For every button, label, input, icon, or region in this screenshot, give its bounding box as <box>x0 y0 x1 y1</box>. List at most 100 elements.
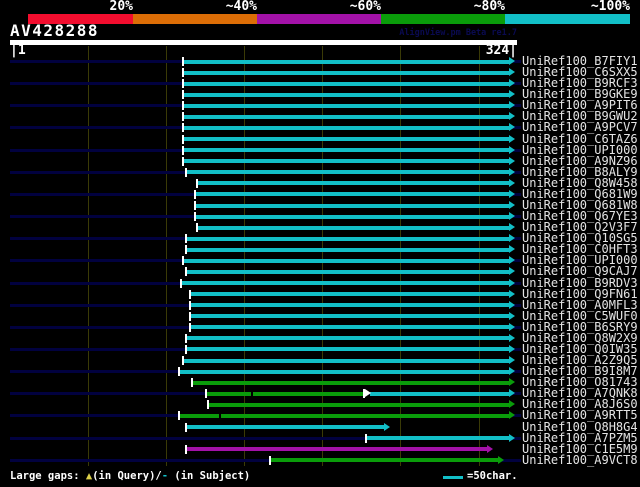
scale-label-20%: 20% <box>109 0 133 14</box>
alignment-bar <box>183 137 509 141</box>
query-bar <box>10 40 517 45</box>
subject-gap-tick <box>251 391 254 396</box>
scale-label-~60%: ~60% <box>349 0 381 14</box>
bar-start-tick <box>189 289 192 299</box>
bar-arrowhead-icon <box>509 223 515 232</box>
subject-gap-tick <box>218 413 221 418</box>
hit-label[interactable]: UniRef100_A9VCT8 <box>522 454 638 466</box>
alignment-bar <box>182 281 509 285</box>
ruler-start-label: |1 <box>10 43 26 58</box>
scale-label-~80%: ~80% <box>473 0 505 14</box>
alignment-bar <box>183 258 509 263</box>
legend-footer: Large gaps: ▲(in Query)/- (in Subject) =… <box>0 469 640 485</box>
bar-start-tick <box>181 134 184 144</box>
bar-start-tick <box>269 455 272 465</box>
bar-arrowhead-icon <box>509 322 515 331</box>
bar-arrowhead-icon <box>509 311 515 320</box>
query-title: AV428288 <box>10 21 100 40</box>
legend-query-text: (in Query)/ <box>92 470 162 482</box>
watermark-text: AlignView.pm Beta re1.7 <box>399 28 517 38</box>
alignment-bar <box>186 336 509 341</box>
bar-arrowhead-icon <box>498 455 505 464</box>
alignment-bar <box>191 314 509 319</box>
bar-start-tick <box>181 57 184 66</box>
bar-arrowhead-icon <box>509 378 515 387</box>
bar-arrowhead-icon <box>509 333 515 342</box>
bar-start-tick <box>181 123 184 133</box>
bar-start-tick <box>184 234 187 244</box>
bar-start-tick <box>181 256 184 266</box>
bar-arrowhead-icon <box>509 101 515 110</box>
alignment-bar <box>271 458 499 463</box>
bar-arrowhead-icon <box>509 212 515 220</box>
alignment-bar <box>197 181 509 186</box>
bar-start-tick <box>184 333 187 343</box>
alignment-bar <box>186 269 509 274</box>
bar-start-tick <box>181 90 184 100</box>
bar-arrowhead-icon <box>509 57 515 65</box>
bar-arrowhead-icon <box>509 267 515 276</box>
bar-arrowhead-icon <box>509 112 515 121</box>
alignment-bar <box>186 236 509 241</box>
bar-start-tick <box>181 156 184 166</box>
scale-segment-~100% <box>505 14 630 24</box>
bar-arrowhead-icon <box>509 356 515 364</box>
alignment-bar <box>366 436 509 440</box>
segment-break-marker-icon <box>365 389 372 398</box>
bar-arrowhead-icon <box>509 189 515 198</box>
alignment-bar <box>183 59 509 64</box>
bar-start-tick <box>194 189 197 199</box>
alignment-bar <box>186 425 384 429</box>
bar-arrowhead-icon <box>509 79 515 88</box>
bar-start-tick <box>180 278 182 288</box>
bar-arrowhead-icon <box>509 234 515 243</box>
alignment-bar <box>186 347 509 352</box>
bar-start-tick <box>364 433 367 443</box>
bar-start-tick <box>184 267 187 277</box>
legend-subject-text: (in Subject) <box>168 470 251 482</box>
bar-start-tick <box>189 300 192 310</box>
bar-arrowhead-icon <box>509 389 515 398</box>
fifty-char-swatch <box>443 476 463 479</box>
bar-start-tick <box>181 79 184 89</box>
alignment-bar <box>208 402 509 407</box>
alignment-plot: UniRef100_B7FIY1 UniRef100_C6SXX5 UniRef10… <box>0 46 640 466</box>
alignment-bar <box>183 70 509 75</box>
bar-arrowhead-icon <box>509 433 515 442</box>
alignment-row: UniRef100_A9VCT8 <box>0 454 640 466</box>
bar-start-tick <box>178 367 181 377</box>
bar-start-tick <box>181 356 184 365</box>
bar-start-tick <box>181 68 184 78</box>
bar-start-tick <box>194 212 197 221</box>
bar-arrowhead-icon <box>509 167 515 176</box>
large-gaps-legend: Large gaps: ▲(in Query)/- (in Subject) <box>10 469 250 483</box>
alignment-bar <box>191 292 509 297</box>
bar-arrowhead-icon <box>487 444 494 453</box>
alignment-bar <box>186 170 509 175</box>
bar-arrowhead-icon <box>509 68 515 77</box>
bar-arrowhead-icon <box>509 278 515 287</box>
bar-arrowhead-icon <box>509 300 515 309</box>
bar-start-tick <box>189 322 192 332</box>
bar-start-tick <box>181 101 184 111</box>
bar-arrowhead-icon <box>509 201 515 209</box>
bar-start-tick <box>195 223 198 233</box>
alignment-bar <box>183 125 509 130</box>
bar-start-tick <box>178 411 181 421</box>
bar-start-tick <box>194 201 197 210</box>
alignment-bar <box>196 203 509 208</box>
alignment-bar <box>197 225 509 230</box>
bar-arrowhead-icon <box>509 134 515 143</box>
bar-start-tick <box>181 145 184 155</box>
identity-scale-labels: 20% ~40% ~60% ~80% ~100% <box>0 0 640 14</box>
bar-arrowhead-icon <box>509 123 515 132</box>
bar-arrowhead-icon <box>509 256 515 265</box>
bar-start-tick <box>195 178 198 188</box>
alignment-bar <box>180 369 509 374</box>
bar-arrowhead-icon <box>509 245 515 254</box>
bar-start-tick <box>184 167 187 177</box>
bar-start-tick <box>181 112 184 122</box>
bar-start-tick <box>184 422 187 432</box>
alignment-bar <box>196 214 509 219</box>
alignment-bar <box>183 81 509 86</box>
